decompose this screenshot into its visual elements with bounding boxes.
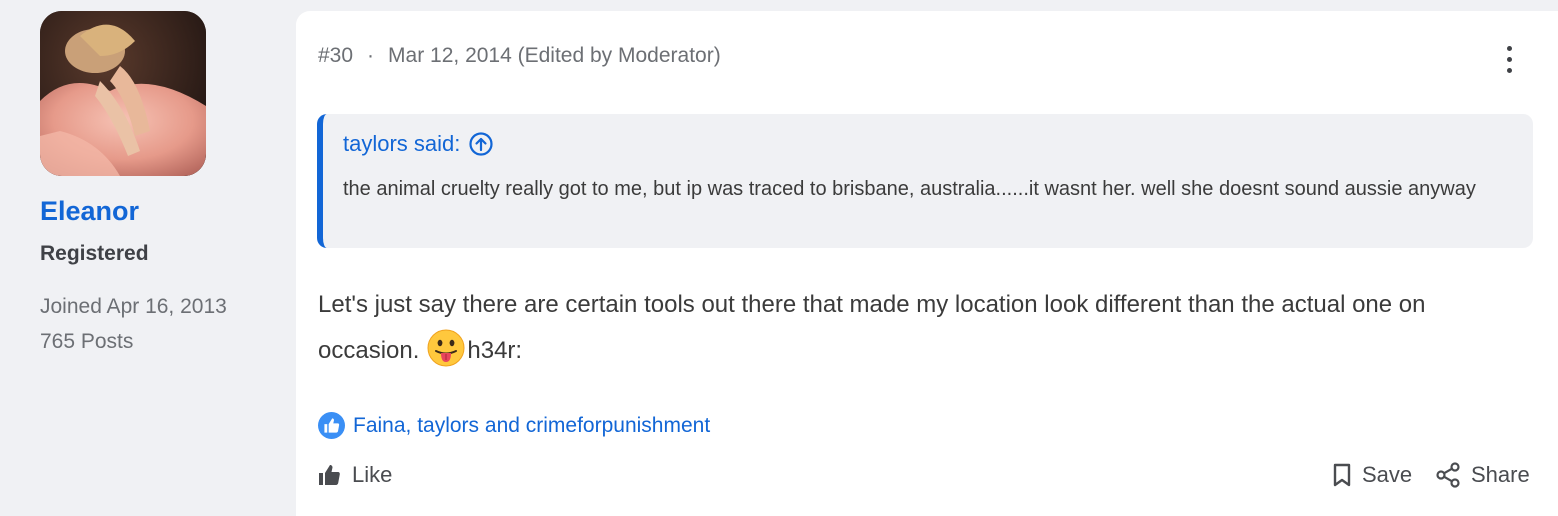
post-number-link[interactable]: #30 [318, 44, 353, 67]
thumbs-up-icon [319, 465, 340, 485]
join-date: Joined Apr 16, 2013 [40, 295, 227, 318]
save-label: Save [1362, 462, 1413, 487]
like-button[interactable]: Like [316, 462, 392, 488]
thumbs-up-badge-icon [318, 412, 345, 439]
post-count: 765 Posts [40, 330, 134, 353]
post-body: Let's just say there are certain tools o… [318, 282, 1518, 374]
kebab-dot [1506, 45, 1512, 51]
meta-separator: · [367, 44, 375, 67]
arrow-up-circle-icon [469, 132, 493, 156]
quote-block: taylors said: the animal cruelty really … [317, 114, 1533, 248]
save-button[interactable]: Save [1332, 462, 1412, 488]
post-meta: #30 · Mar 12, 2014 (Edited by Moderator) [318, 44, 721, 68]
kebab-dot [1506, 56, 1512, 62]
bookmark-icon [1333, 463, 1351, 487]
more-options-button[interactable] [1494, 41, 1524, 77]
reactions-link[interactable]: Faina, taylors and crimeforpunishment [318, 412, 710, 439]
reactions-users: Faina, taylors and crimeforpunishment [353, 413, 711, 437]
like-label: Like [352, 462, 393, 487]
quote-author-label: taylors said: [343, 131, 461, 156]
share-label: Share [1471, 462, 1530, 487]
kebab-dot [1506, 67, 1512, 73]
post-card: #30 · Mar 12, 2014 (Edited by Moderator) t… [296, 11, 1558, 516]
tongue-out-emoji-icon [427, 329, 465, 367]
share-button[interactable]: Share [1435, 462, 1530, 488]
share-icon [1436, 462, 1460, 488]
post-body-suffix: h34r: [467, 337, 523, 364]
username-link[interactable]: Eleanor [40, 196, 139, 227]
avatar[interactable] [40, 11, 206, 176]
user-sidebar: Eleanor Registered Joined Apr 16, 2013 7… [0, 0, 296, 516]
quote-author-link[interactable]: taylors said: [343, 131, 494, 157]
avatar-image [40, 11, 206, 176]
post-date[interactable]: Mar 12, 2014 (Edited by Moderator) [388, 44, 721, 67]
quote-text: the animal cruelty really got to me, but… [343, 178, 1476, 200]
user-role: Registered [40, 242, 149, 265]
